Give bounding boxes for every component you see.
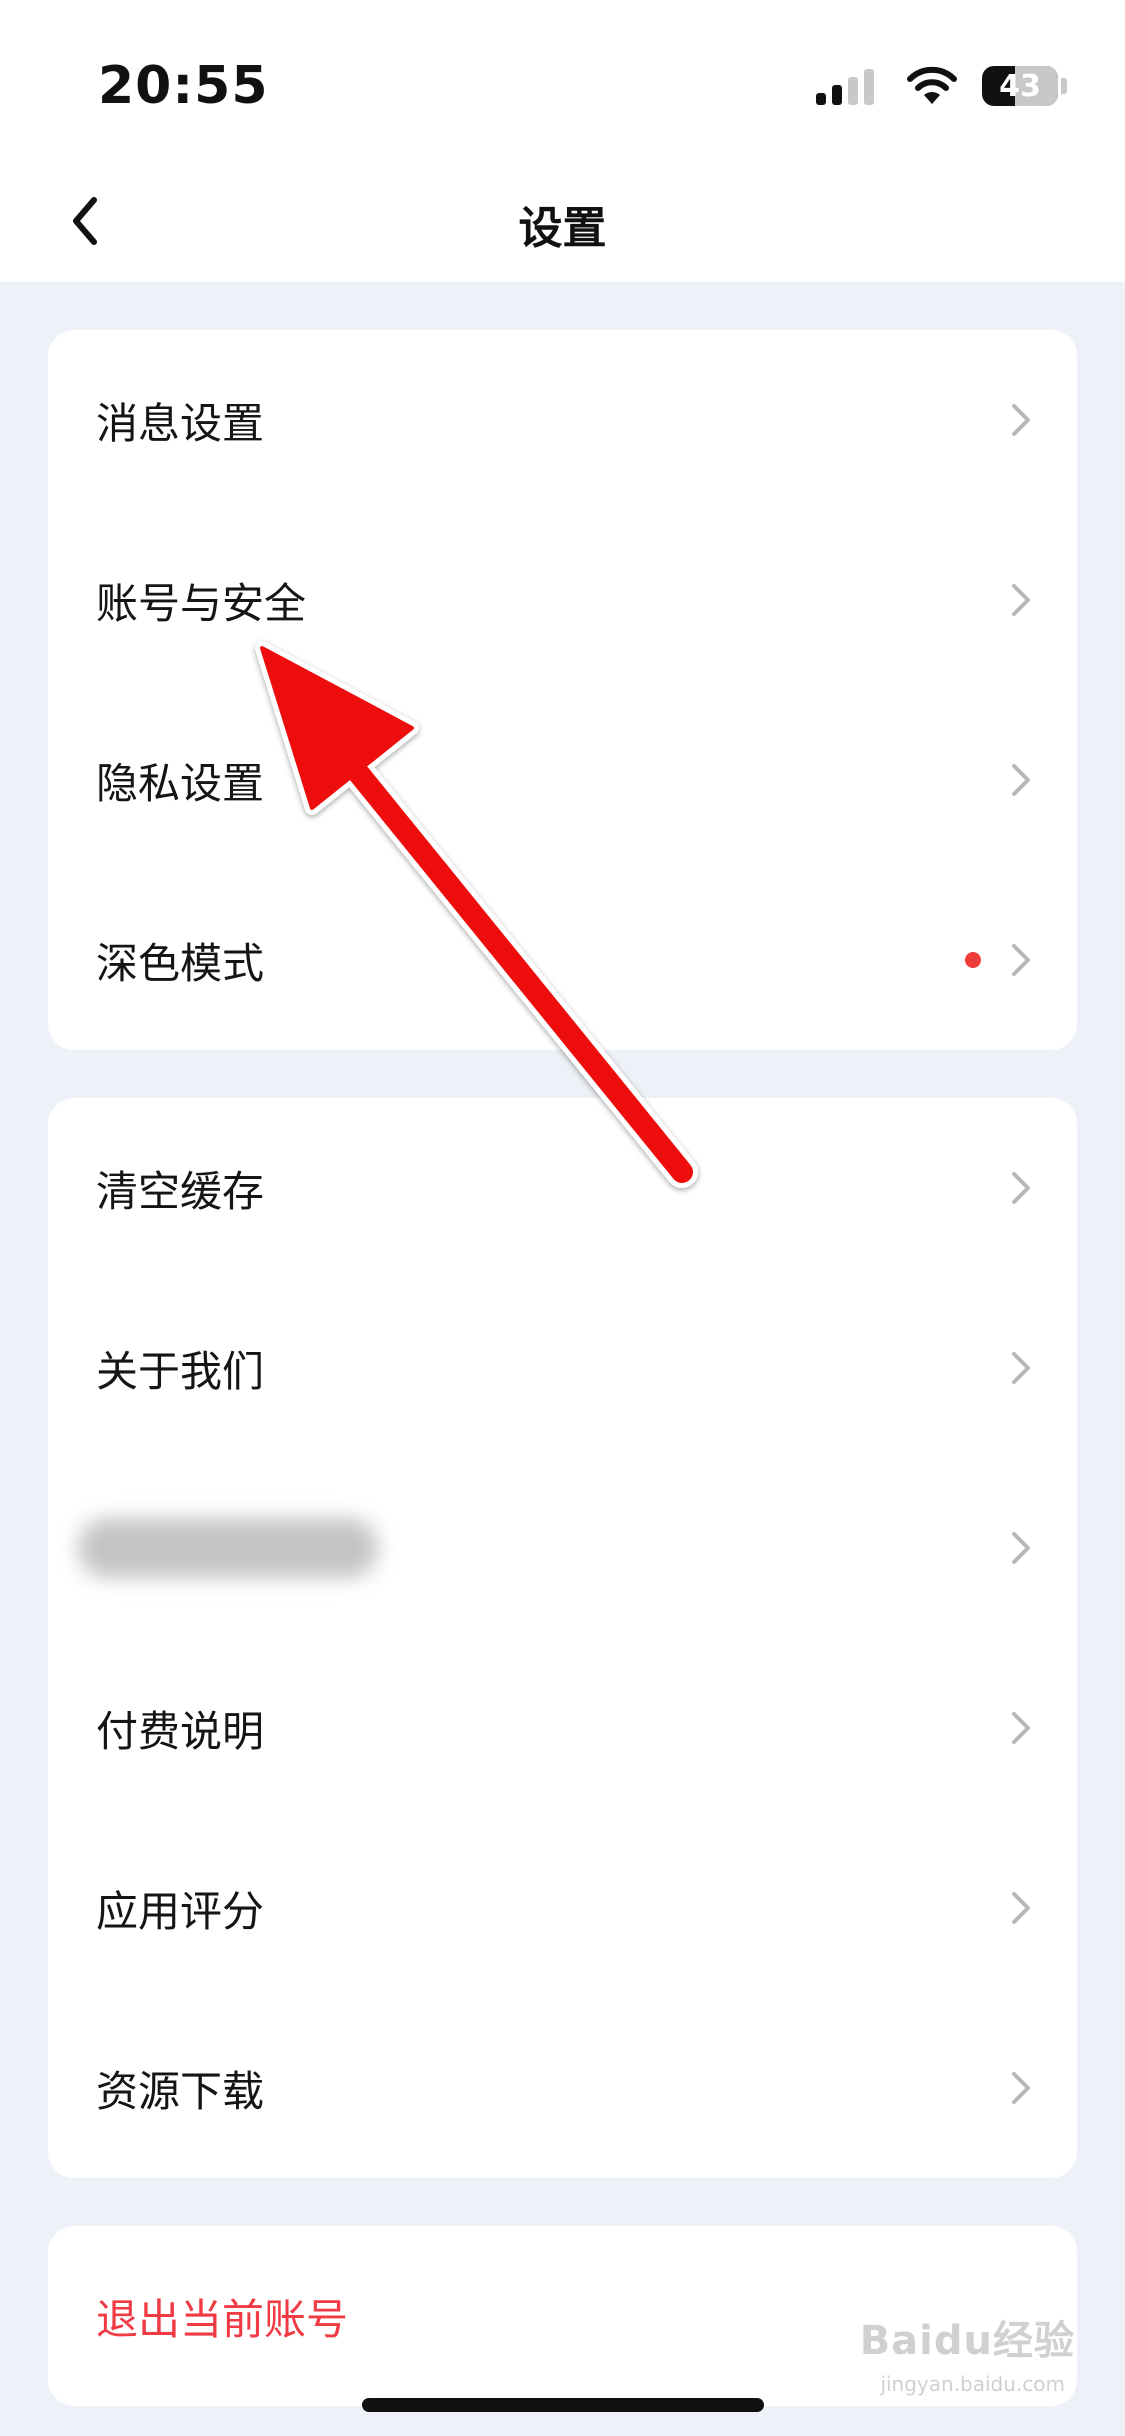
chevron-right-icon bbox=[1012, 1892, 1030, 1924]
row-label: 清空缓存 bbox=[96, 1166, 265, 1216]
settings-row-resource-download[interactable]: 资源下载 bbox=[48, 1998, 1077, 2178]
settings-row-dark-mode[interactable]: 深色模式 bbox=[48, 870, 1077, 1050]
redacted-label bbox=[78, 1518, 378, 1578]
settings-row-payment-info[interactable]: 付费说明 bbox=[48, 1638, 1077, 1818]
row-label: 账号与安全 bbox=[96, 578, 307, 628]
settings-row-rate-app[interactable]: 应用评分 bbox=[48, 1818, 1077, 1998]
settings-row-notifications[interactable]: 消息设置 bbox=[48, 330, 1077, 510]
chevron-right-icon bbox=[1012, 1352, 1030, 1384]
status-time: 20:55 bbox=[98, 56, 269, 116]
settings-row-clear-cache[interactable]: 清空缓存 bbox=[48, 1098, 1077, 1278]
chevron-right-icon bbox=[1012, 1712, 1030, 1744]
battery-icon: 43 bbox=[982, 66, 1058, 106]
cellular-signal-icon bbox=[816, 67, 880, 105]
logout-label: 退出当前账号 bbox=[96, 2294, 349, 2344]
baidu-watermark: Baidu经验 bbox=[859, 2318, 1075, 2364]
chevron-right-icon bbox=[1012, 404, 1030, 436]
settings-group-general: 消息设置 账号与安全 隐私设置 深色模式 bbox=[48, 330, 1077, 1050]
row-label: 消息设置 bbox=[96, 398, 265, 448]
home-indicator bbox=[362, 2398, 764, 2412]
chevron-right-icon bbox=[1012, 1172, 1030, 1204]
settings-row-redacted[interactable] bbox=[48, 1458, 1077, 1638]
chevron-right-icon bbox=[1012, 1532, 1030, 1564]
battery-level: 43 bbox=[999, 68, 1041, 104]
chevron-right-icon bbox=[1012, 2072, 1030, 2104]
row-label: 隐私设置 bbox=[96, 758, 265, 808]
nav-bar: 设置 bbox=[0, 160, 1125, 282]
row-label: 深色模式 bbox=[96, 938, 265, 988]
battery-cap bbox=[1061, 78, 1067, 94]
row-label: 付费说明 bbox=[96, 1706, 265, 1756]
row-label: 资源下载 bbox=[96, 2066, 265, 2116]
settings-row-account-security[interactable]: 账号与安全 bbox=[48, 510, 1077, 690]
page-title: 设置 bbox=[518, 203, 607, 254]
baidu-watermark-url: jingyan.baidu.com bbox=[880, 2372, 1065, 2396]
status-icons: 43 bbox=[816, 62, 1067, 110]
settings-group-misc: 清空缓存 关于我们 付费说明 应用评分 资源下载 bbox=[48, 1098, 1077, 2178]
settings-row-privacy[interactable]: 隐私设置 bbox=[48, 690, 1077, 870]
red-dot-badge bbox=[965, 952, 981, 968]
chevron-right-icon bbox=[1012, 584, 1030, 616]
chevron-right-icon bbox=[1012, 764, 1030, 796]
wifi-icon bbox=[907, 66, 957, 104]
chevron-right-icon bbox=[1012, 944, 1030, 976]
status-bar: 20:55 43 bbox=[0, 0, 1125, 160]
row-label: 应用评分 bbox=[96, 1886, 265, 1936]
settings-row-about-us[interactable]: 关于我们 bbox=[48, 1278, 1077, 1458]
row-label: 关于我们 bbox=[96, 1346, 265, 1396]
